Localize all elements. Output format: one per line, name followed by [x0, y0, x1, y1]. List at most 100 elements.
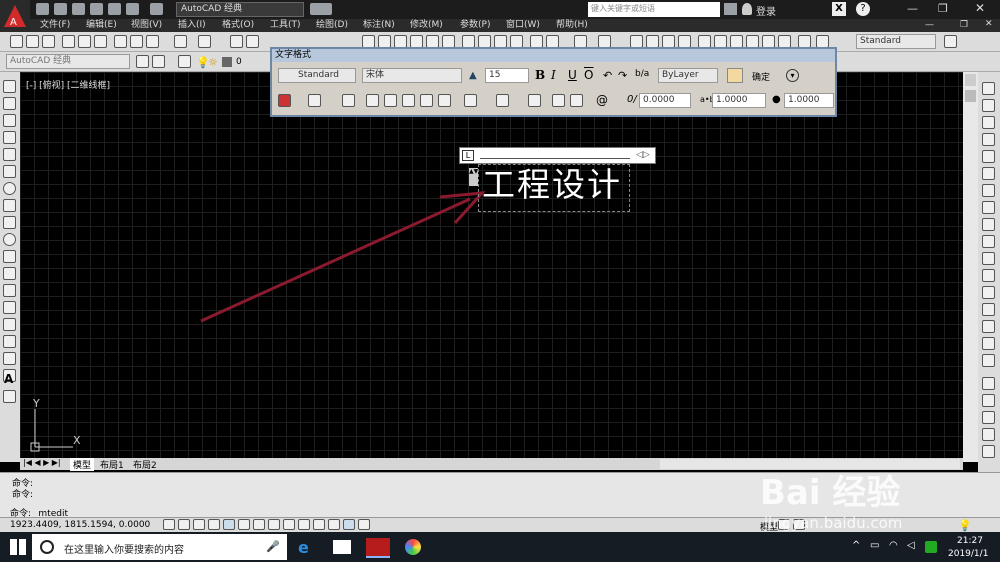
bring-above-icon[interactable] — [982, 428, 995, 441]
extend-icon[interactable] — [982, 252, 995, 265]
new-icon[interactable] — [36, 3, 49, 15]
taskbar-search[interactable]: 在这里输入你要搜索的内容 🎤 — [32, 534, 287, 560]
construction-line-icon[interactable] — [3, 97, 16, 110]
menu-insert[interactable]: 插入(I) — [178, 19, 206, 32]
insert-block-icon[interactable] — [3, 267, 16, 280]
help-icon[interactable]: ? — [856, 2, 870, 16]
tab-type-icon[interactable]: L — [462, 150, 474, 161]
copy-object-icon[interactable] — [982, 99, 995, 112]
insert-field-icon[interactable] — [528, 94, 541, 107]
mtext-content[interactable]: 工程设计 — [482, 165, 622, 205]
menu-modify[interactable]: 修改(M) — [410, 19, 443, 32]
redo-icon[interactable] — [150, 3, 163, 15]
app-menu-button[interactable]: A — [0, 0, 30, 32]
ruler-resize-icon[interactable]: ◁▷ — [636, 150, 650, 160]
redo-icon[interactable] — [198, 35, 211, 48]
ellipse-icon[interactable] — [3, 233, 16, 246]
symbol-icon[interactable]: @ — [596, 93, 608, 107]
login-button[interactable]: 登录 — [756, 3, 776, 18]
doc-restore-button[interactable]: ❐ — [960, 20, 968, 30]
distribute-icon[interactable] — [438, 94, 451, 107]
annotative-icon[interactable]: ▲ — [469, 70, 477, 81]
quick-properties-icon[interactable] — [343, 519, 355, 530]
video-editor-icon[interactable] — [333, 540, 351, 554]
close-button[interactable]: ✕ — [975, 1, 985, 15]
text-style-select[interactable]: Standard — [856, 34, 936, 49]
coordinates-readout[interactable]: 1923.4409, 1815.1594, 0.0000 — [10, 520, 150, 530]
underline-button[interactable]: U — [568, 68, 577, 82]
layer-select[interactable]: 0 — [236, 57, 242, 67]
pan-icon[interactable] — [230, 35, 243, 48]
make-block-icon[interactable] — [3, 284, 16, 297]
menu-help[interactable]: 帮助(H) — [556, 19, 588, 32]
save-icon[interactable] — [72, 3, 85, 15]
paint-icon[interactable] — [405, 539, 421, 555]
polar-icon[interactable] — [223, 519, 235, 530]
align-center-icon[interactable] — [384, 94, 397, 107]
ducs-icon[interactable] — [283, 519, 295, 530]
menu-file[interactable]: 文件(F) — [40, 19, 70, 32]
menu-format[interactable]: 格式(O) — [222, 19, 254, 32]
color-select[interactable]: ByLayer — [658, 68, 718, 83]
user-icon[interactable] — [742, 3, 752, 15]
clock-time[interactable]: 21:27 — [957, 536, 983, 546]
text-formatting-title[interactable]: 文字格式 — [272, 49, 835, 62]
search-input[interactable]: 键入关键字或短语 — [588, 2, 720, 17]
overline-button[interactable]: O — [584, 68, 593, 82]
infer-constraints-icon[interactable] — [163, 519, 175, 530]
tab-model[interactable]: 模型 — [70, 458, 95, 471]
arc-icon[interactable] — [3, 165, 16, 178]
mirror-icon[interactable] — [982, 116, 995, 129]
volume-icon[interactable]: ◁ — [907, 540, 915, 551]
multiline-text-icon[interactable]: A — [4, 372, 13, 386]
menu-tools[interactable]: 工具(T) — [270, 19, 301, 32]
doc-close-button[interactable]: ✕ — [985, 19, 993, 29]
vertical-scrollbar[interactable] — [963, 72, 978, 462]
grid-icon[interactable] — [193, 519, 205, 530]
menu-dimension[interactable]: 标注(N) — [363, 19, 395, 32]
region-icon[interactable] — [3, 352, 16, 365]
erase-icon[interactable] — [982, 82, 995, 95]
rotate-icon[interactable] — [982, 184, 995, 197]
join-icon[interactable] — [982, 286, 995, 299]
add-selected-icon[interactable] — [3, 390, 16, 403]
send-back-icon[interactable] — [982, 411, 995, 424]
menu-edit[interactable]: 编辑(E) — [86, 19, 117, 32]
sun-icon[interactable]: ☼ — [208, 56, 218, 69]
color-square-icon[interactable] — [222, 57, 232, 67]
send-under-icon[interactable] — [982, 445, 995, 458]
tab-layout2[interactable]: 布局2 — [133, 458, 157, 471]
clock-date[interactable]: 2019/1/1 — [948, 549, 988, 559]
point-icon[interactable] — [3, 301, 16, 314]
tab-nav-icon[interactable]: |◀ ◀ ▶ ▶| — [23, 458, 61, 467]
tab-layout1[interactable]: 布局1 — [100, 458, 124, 471]
scroll-thumb[interactable] — [965, 90, 976, 102]
gradient-icon[interactable] — [3, 335, 16, 348]
wifi-icon[interactable]: ◠ — [889, 540, 898, 551]
battery-icon[interactable]: ▭ — [870, 540, 879, 551]
stack-icon[interactable]: b/a — [635, 69, 649, 79]
saveas-icon[interactable] — [90, 3, 103, 15]
undo-icon[interactable]: ↶ — [603, 69, 612, 82]
print-icon[interactable] — [108, 3, 121, 15]
lowercase-icon[interactable] — [570, 94, 583, 107]
uppercase-icon[interactable] — [552, 94, 565, 107]
break-icon[interactable] — [982, 269, 995, 282]
mtext-justify-icon[interactable] — [308, 94, 321, 107]
polygon-icon[interactable] — [3, 131, 16, 144]
offset-icon[interactable] — [982, 133, 995, 146]
publish-icon[interactable] — [94, 35, 107, 48]
width-factor-input[interactable]: 1.0000 — [784, 93, 834, 108]
exchange-icon[interactable]: X — [832, 2, 846, 16]
explode-icon[interactable] — [982, 354, 995, 367]
rectangle-icon[interactable] — [3, 148, 16, 161]
oblique-angle-input[interactable]: 0.0000 — [639, 93, 691, 108]
ortho-icon[interactable] — [208, 519, 220, 530]
line-icon[interactable] — [3, 80, 16, 93]
copy-icon[interactable] — [130, 35, 143, 48]
gear-icon[interactable] — [136, 55, 149, 68]
new-icon[interactable] — [10, 35, 23, 48]
layer-properties-icon[interactable] — [178, 55, 191, 68]
save-icon[interactable] — [42, 35, 55, 48]
snap-icon[interactable] — [178, 519, 190, 530]
